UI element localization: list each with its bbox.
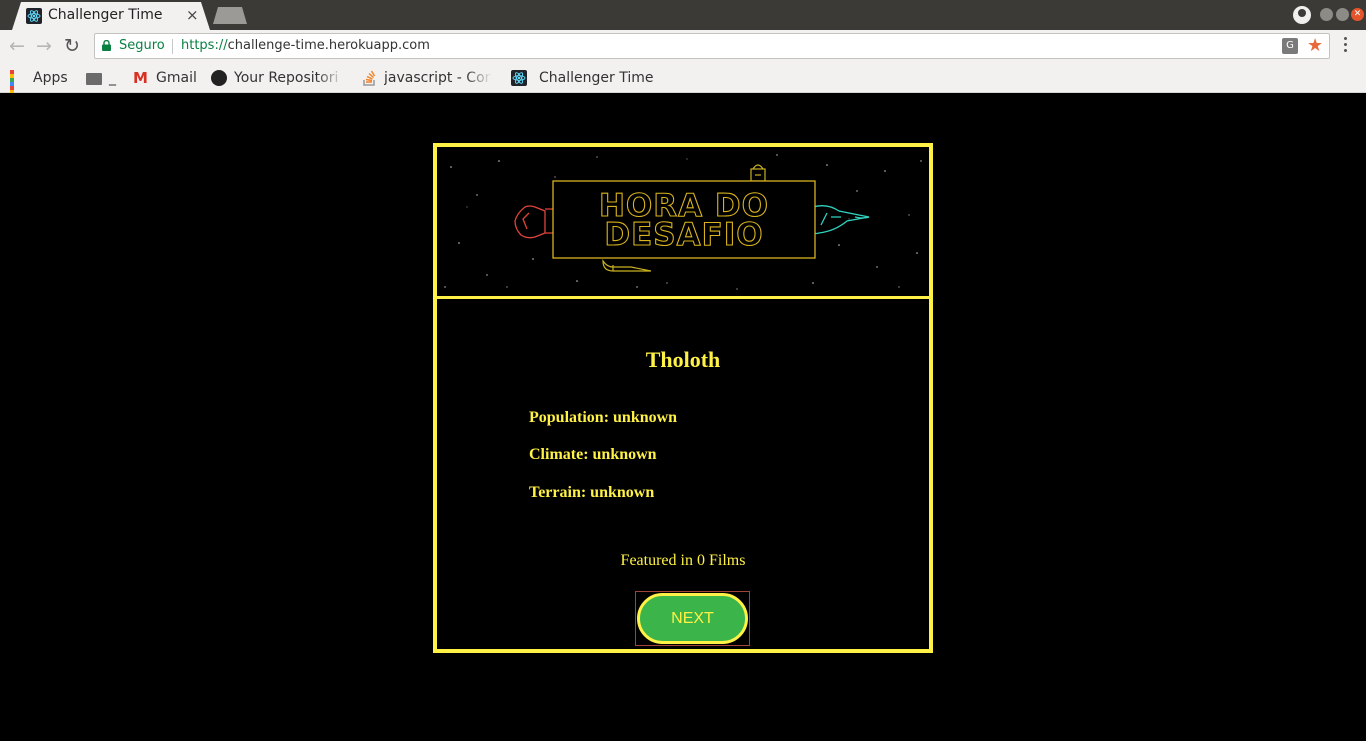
window-close-button[interactable]: ✕ [1351,8,1364,21]
bookmarks-bar: Apps _ M Gmail Your Repositori javascrip… [0,63,1366,106]
bookmark-challenger-time[interactable]: Challenger Time [511,69,653,87]
url-scheme: https:// [181,38,228,53]
new-tab-button[interactable] [213,7,247,24]
secure-label: Seguro [119,38,165,53]
small-ship-icon [602,259,652,272]
browser-toolbar: ← → ↻ Seguro https://challenge-time.hero… [0,30,1366,63]
planet-population: Population: unknown [529,409,678,426]
bookmark-label: Challenger Time [539,70,654,86]
planet-card: HORA DO DESAFIO Tholoth Population: unkn… [433,143,933,653]
window-maximize-button[interactable] [1336,8,1349,21]
planet-films-count: Featured in 0 Films [620,552,746,569]
react-icon [26,8,42,24]
hora-do-desafio-banner: HORA DO DESAFIO [437,147,929,299]
folder-icon [86,73,102,85]
red-spaceship-icon [514,205,553,239]
planet-climate: Climate: unknown [529,446,657,463]
page-viewport: HORA DO DESAFIO Tholoth Population: unkn… [0,93,1366,741]
url-host: challenge-time.herokuapp.com [227,38,430,53]
tab-close-icon[interactable]: × [186,6,199,24]
bookmark-star-icon[interactable]: ★ [1307,35,1323,57]
user-profile-icon[interactable] [1293,6,1311,24]
github-icon [211,70,227,86]
bookmark-label: javascript - Corr [384,70,492,86]
window-minimize-button[interactable] [1320,8,1333,21]
bookmark-apps[interactable]: Apps [10,69,68,106]
translate-icon[interactable]: G [1282,38,1298,54]
next-button-focus-ring: NEXT [635,591,750,646]
omnibox-divider [172,39,173,54]
browser-menu-icon[interactable] [1344,37,1348,55]
back-arrow-icon[interactable]: ← [9,35,25,57]
banner-title-line2: DESAFIO [604,217,763,253]
forward-arrow-icon[interactable]: → [36,35,52,57]
bookmark-github[interactable]: Your Repositori [211,69,344,87]
tab-title: Challenger Time [48,7,163,23]
stackoverflow-icon [363,70,376,86]
browser-tabstrip: Challenger Time × ✕ [0,0,1366,30]
planet-name: Tholoth [645,347,721,372]
lock-icon [102,40,111,51]
bookmark-stackoverflow[interactable]: javascript - Corr [361,69,492,87]
teal-spaceship-icon [810,205,870,235]
planet-details: Tholoth Population: unknown Climate: unk… [437,302,929,649]
reload-icon[interactable]: ↻ [64,35,80,57]
bookmark-label: _ [109,70,116,86]
bookmark-label: Gmail [156,70,197,86]
robot-icon [750,164,766,182]
react-icon [511,70,527,86]
bookmark-gmail[interactable]: M Gmail [133,69,197,87]
planet-terrain: Terrain: unknown [529,484,655,501]
browser-tab-active[interactable]: Challenger Time × [12,2,210,30]
banner-artwork: HORA DO DESAFIO [444,154,922,290]
bookmark-label: Your Repositori [234,70,339,86]
gmail-icon: M [133,69,148,87]
apps-grid-icon [10,70,26,106]
bookmark-folder[interactable]: _ [86,69,116,87]
next-button[interactable]: NEXT [637,593,748,644]
bookmark-label: Apps [33,70,68,86]
address-bar[interactable]: Seguro https://challenge-time.herokuapp.… [94,33,1330,59]
url-text[interactable]: https://challenge-time.herokuapp.com [181,38,430,53]
